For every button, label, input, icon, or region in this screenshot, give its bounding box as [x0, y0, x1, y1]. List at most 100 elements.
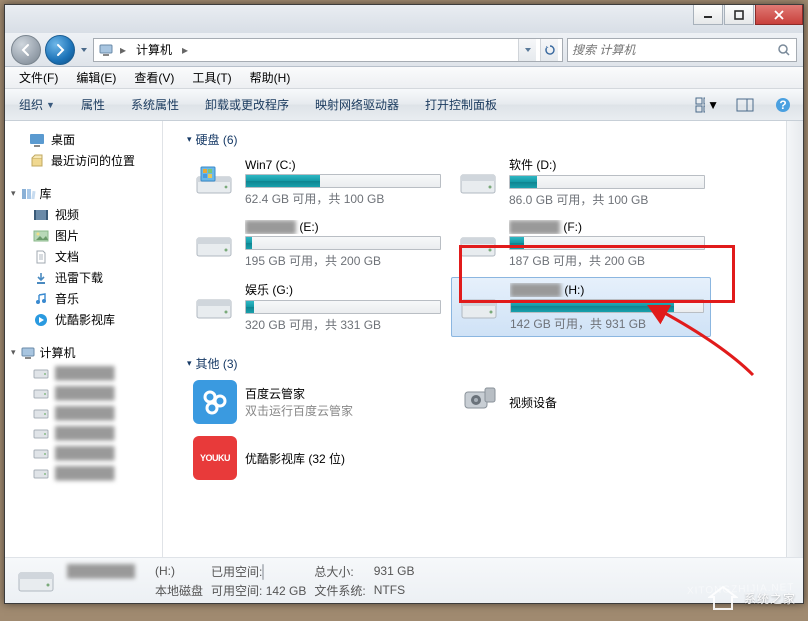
navigation-pane: 桌面 最近访问的位置 ▾库 视频 图片 文档 迅雷下载 音乐 优酷影视库 ▾计算… — [5, 121, 163, 557]
nav-recent[interactable]: 最近访问的位置 — [5, 150, 162, 171]
nav-drive-label: ███████ — [55, 426, 115, 440]
search-box[interactable] — [567, 38, 797, 62]
drive-usage-bar — [245, 236, 441, 250]
minimize-button[interactable] — [693, 5, 723, 25]
other-item[interactable]: 视频设备 — [451, 376, 711, 428]
map-network-drive-button[interactable]: 映射网络驱动器 — [309, 92, 405, 117]
nav-history-dropdown[interactable] — [79, 43, 89, 57]
drive-icon — [33, 465, 49, 481]
menu-file[interactable]: 文件(F) — [11, 66, 66, 89]
drive-icon — [457, 165, 501, 199]
drive-item[interactable]: ██████ (H:)142 GB 可用，共 931 GB — [451, 277, 711, 337]
status-total-label: 总大小: — [314, 563, 365, 580]
nav-drive-item[interactable]: ███████ — [5, 403, 162, 423]
status-fs-label: 文件系统: — [314, 582, 365, 599]
drive-icon — [33, 425, 49, 441]
section-drives-header[interactable]: ▾硬盘 (6) — [187, 127, 776, 152]
status-drive-type: 本地磁盘 — [155, 582, 203, 599]
properties-button[interactable]: 属性 — [75, 92, 111, 117]
drive-item[interactable]: Win7 (C:)62.4 GB 可用，共 100 GB — [187, 152, 447, 212]
drive-icon — [33, 405, 49, 421]
organize-button[interactable]: 组织▼ — [13, 92, 61, 117]
item-subtitle: 双击运行百度云管家 — [245, 402, 353, 419]
uninstall-programs-button[interactable]: 卸载或更改程序 — [199, 92, 295, 117]
picture-icon — [33, 228, 49, 244]
content-scrollbar[interactable] — [786, 121, 803, 557]
nav-videos[interactable]: 视频 — [5, 204, 162, 225]
chevron-right-icon: ▸ — [180, 43, 190, 57]
nav-drive-item[interactable]: ███████ — [5, 463, 162, 483]
search-icon — [776, 42, 792, 58]
close-button[interactable] — [755, 5, 803, 25]
drive-icon — [33, 385, 49, 401]
menu-view[interactable]: 查看(V) — [126, 66, 182, 89]
drive-item[interactable]: 娱乐 (G:)320 GB 可用，共 331 GB — [187, 277, 447, 337]
breadcrumb[interactable]: ▸ 计算机 ▸ — [93, 38, 563, 62]
music-icon — [33, 291, 49, 307]
nav-forward-button[interactable] — [45, 35, 75, 65]
menu-tools[interactable]: 工具(T) — [184, 66, 239, 89]
address-dropdown[interactable] — [518, 39, 536, 61]
library-icon — [20, 186, 36, 202]
address-bar: ▸ 计算机 ▸ — [5, 33, 803, 67]
chevron-down-icon: ▾ — [11, 188, 16, 199]
nav-drive-item[interactable]: ███████ — [5, 423, 162, 443]
drive-icon — [457, 228, 501, 262]
drive-item[interactable]: 软件 (D:)86.0 GB 可用，共 100 GB — [451, 152, 711, 212]
drive-stats: 187 GB 可用，共 200 GB — [509, 252, 705, 269]
desktop-icon — [29, 132, 45, 148]
help-button[interactable]: ? — [771, 93, 795, 117]
menu-help[interactable]: 帮助(H) — [242, 66, 299, 89]
menu-bar: 文件(F) 编辑(E) 查看(V) 工具(T) 帮助(H) — [5, 67, 803, 89]
nav-libraries-header[interactable]: ▾库 — [5, 183, 162, 204]
search-input[interactable] — [572, 43, 776, 57]
watermark: 系统之家 — [708, 585, 796, 611]
details-pane: ████████ (H:) 已用空间: 总大小: 931 GB 本地磁盘 可用空… — [5, 557, 803, 603]
drive-usage-bar — [245, 300, 441, 314]
video-icon — [33, 207, 49, 223]
nav-drive-label: ███████ — [55, 386, 115, 400]
section-other-header[interactable]: ▾其他 (3) — [187, 351, 776, 376]
nav-xunlei[interactable]: 迅雷下载 — [5, 267, 162, 288]
nav-drive-label: ███████ — [55, 466, 115, 480]
menu-edit[interactable]: 编辑(E) — [68, 66, 124, 89]
nav-music[interactable]: 音乐 — [5, 288, 162, 309]
nav-drive-item[interactable]: ███████ — [5, 383, 162, 403]
nav-drive-label: ███████ — [55, 446, 115, 460]
drive-icon — [33, 445, 49, 461]
nav-back-button[interactable] — [11, 35, 41, 65]
view-options-button[interactable]: ▼ — [695, 93, 719, 117]
drive-item[interactable]: ██████ (E:)195 GB 可用，共 200 GB — [187, 216, 447, 273]
system-properties-button[interactable]: 系统属性 — [125, 92, 185, 117]
computer-icon — [20, 345, 36, 361]
nav-drive-item[interactable]: ███████ — [5, 363, 162, 383]
refresh-button[interactable] — [540, 39, 558, 61]
drive-usage-bar — [509, 236, 705, 250]
drive-stats: 320 GB 可用，共 331 GB — [245, 316, 441, 333]
drive-icon — [193, 228, 237, 262]
drive-stats: 142 GB 可用，共 931 GB — [510, 315, 704, 332]
open-control-panel-button[interactable]: 打开控制面板 — [419, 92, 503, 117]
other-item[interactable]: YOUKU优酷影视库 (32 位) — [187, 432, 447, 484]
status-drive-name: ████████ — [67, 564, 147, 578]
nav-drive-item[interactable]: ███████ — [5, 443, 162, 463]
chevron-down-icon: ▾ — [11, 347, 16, 358]
preview-pane-button[interactable] — [733, 93, 757, 117]
nav-desktop[interactable]: 桌面 — [5, 129, 162, 150]
nav-youku[interactable]: 优酷影视库 — [5, 309, 162, 330]
item-name: 视频设备 — [509, 394, 557, 411]
chevron-down-icon: ▾ — [187, 358, 192, 369]
breadcrumb-segment[interactable]: 计算机 — [132, 39, 176, 60]
drive-item[interactable]: ██████ (F:)187 GB 可用，共 200 GB — [451, 216, 711, 273]
nav-computer-header[interactable]: ▾计算机 — [5, 342, 162, 363]
nav-pictures[interactable]: 图片 — [5, 225, 162, 246]
drive-stats: 86.0 GB 可用，共 100 GB — [509, 191, 705, 208]
titlebar — [5, 5, 803, 33]
download-icon — [33, 270, 49, 286]
drive-icon — [33, 365, 49, 381]
nav-drive-label: ███████ — [55, 406, 115, 420]
drive-stats: 62.4 GB 可用，共 100 GB — [245, 190, 441, 207]
maximize-button[interactable] — [724, 5, 754, 25]
other-item[interactable]: 百度云管家双击运行百度云管家 — [187, 376, 447, 428]
nav-documents[interactable]: 文档 — [5, 246, 162, 267]
